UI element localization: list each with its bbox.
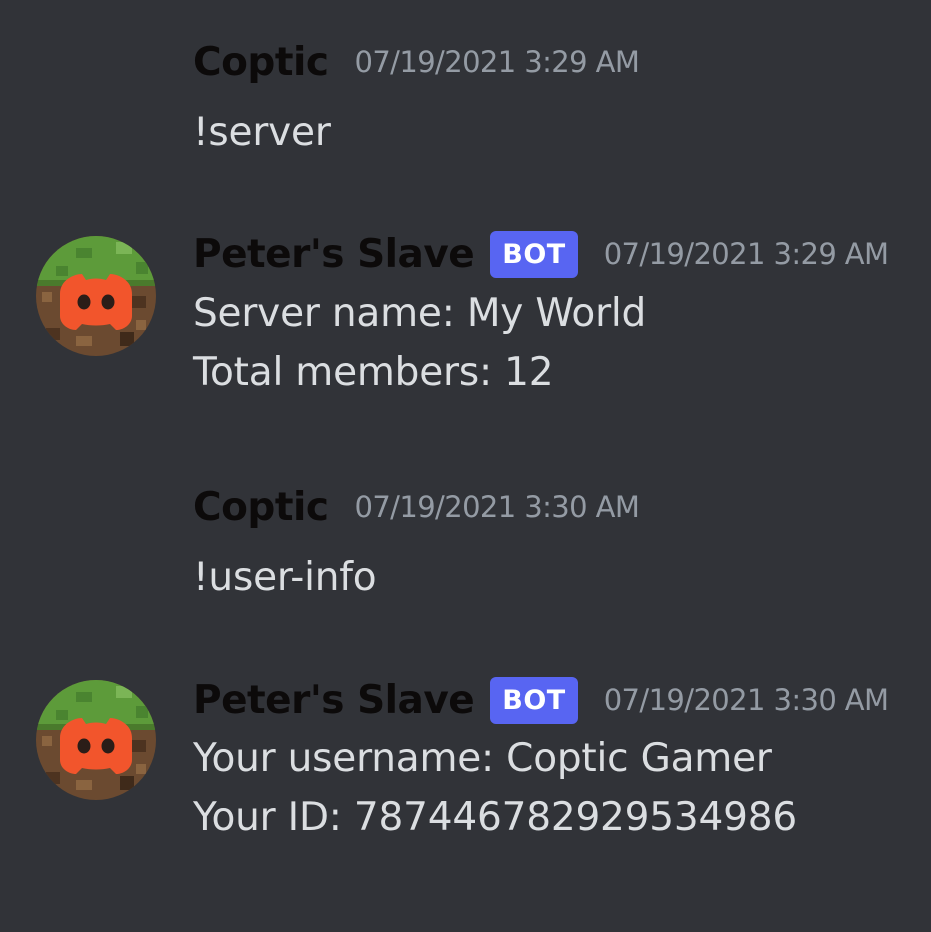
username[interactable]: Peter's Slave <box>193 232 475 277</box>
timestamp: 07/19/2021 3:29 AM <box>603 237 889 271</box>
message-text: Your ID: 787446782929534986 <box>193 795 797 840</box>
message-header: Peter's Slave BOT 07/19/2021 3:29 AM <box>193 226 889 282</box>
username[interactable]: Coptic <box>193 485 329 530</box>
message-header: Coptic 07/19/2021 3:29 AM <box>193 34 640 90</box>
message-text: !server <box>193 110 331 155</box>
message-text: Total members: 12 <box>193 350 554 395</box>
avatar[interactable] <box>36 680 156 800</box>
message-text: Your username: Coptic Gamer <box>193 736 772 781</box>
username[interactable]: Peter's Slave <box>193 678 475 723</box>
message-header: Peter's Slave BOT 07/19/2021 3:30 AM <box>193 672 889 728</box>
discord-logo-icon <box>36 236 156 356</box>
discord-logo-icon <box>36 680 156 800</box>
timestamp: 07/19/2021 3:30 AM <box>603 683 889 717</box>
message-text: Server name: My World <box>193 291 647 336</box>
timestamp: 07/19/2021 3:30 AM <box>354 490 640 524</box>
message-text: !user-info <box>193 555 377 600</box>
timestamp: 07/19/2021 3:29 AM <box>354 45 640 79</box>
username[interactable]: Coptic <box>193 40 329 85</box>
bot-badge: BOT <box>490 230 578 278</box>
bot-badge: BOT <box>490 676 578 724</box>
avatar[interactable] <box>36 236 156 356</box>
message-header: Coptic 07/19/2021 3:30 AM <box>193 479 640 535</box>
